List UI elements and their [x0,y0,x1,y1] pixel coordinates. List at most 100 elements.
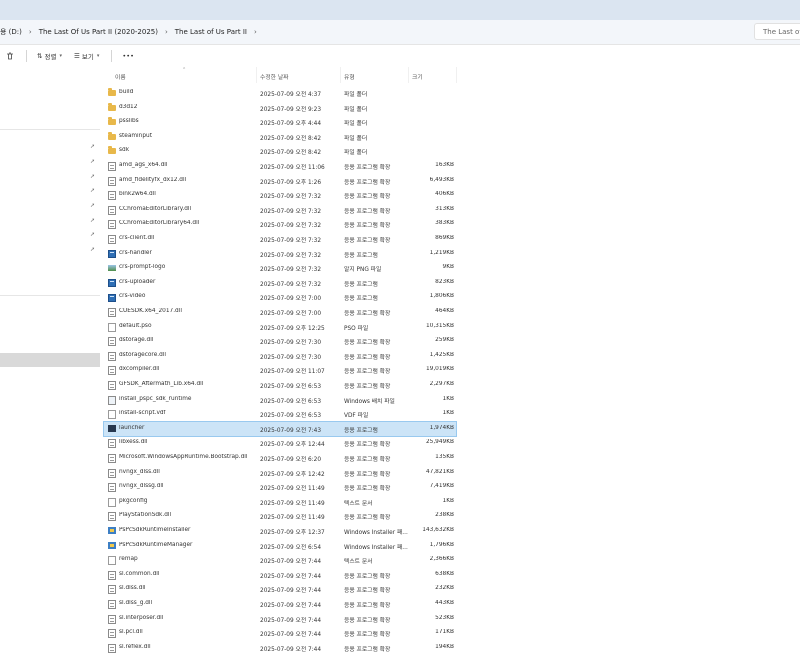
column-header-date[interactable]: 수정한 날짜 [260,72,289,81]
dll-file-icon [108,512,116,522]
file-row[interactable]: PsPcSdkRuntimeManager 2025-07-09 오전 6:54 W… [104,539,456,554]
file-row[interactable]: PlayStationSdk.dll 2025-07-09 오전 11:49 응용 … [104,509,456,524]
file-size: 7,419KB [429,483,454,490]
file-row[interactable]: sl.pcl.dll 2025-07-09 오전 7:44 응용 프로그램 확장 17… [104,626,456,641]
column-resize-handle[interactable] [408,67,409,83]
file-type: 응용 프로그램 확장 [344,179,391,186]
view-button[interactable]: ☰ 보기 ▾ [74,51,99,61]
file-row[interactable]: remap 2025-07-09 오전 7:44 텍스트 문서 2,366KB [104,553,456,568]
file-row[interactable]: steaminput 2025-07-09 오전 8:42 파일 폴더 [104,130,456,145]
file-row[interactable]: CUESDK.x64_2017.dll 2025-07-09 오전 7:00 응용 … [104,305,456,320]
file-row[interactable]: PsPcSdkRuntimeInstaller 2025-07-09 오후 12:… [104,524,456,539]
file-row[interactable]: nvngx_dlssg.dll 2025-07-09 오전 11:49 응용 프로그… [104,480,456,495]
file-row[interactable]: crs-prompt-logo 2025-07-09 오전 7:32 알지 PNG … [104,261,456,276]
sort-button[interactable]: ⇅ 정렬 ▾ [37,51,62,61]
file-row[interactable]: crs-handler 2025-07-09 오전 7:32 응용 프로그램 1,21… [104,247,456,262]
file-row[interactable]: sl.dlss_g.dll 2025-07-09 오전 7:44 응용 프로그램 확… [104,597,456,612]
breadcrumb-drive[interactable]: 용 (D:) [0,27,22,37]
pin-icon[interactable]: ➚ [90,217,95,224]
pin-icon[interactable]: ➚ [90,187,95,194]
file-row[interactable]: bink2w64.dll 2025-07-09 오전 7:32 응용 프로그램 확장… [104,188,456,203]
file-row[interactable]: dxcompiler.dll 2025-07-09 오전 11:07 응용 프로그램… [104,363,456,378]
file-row[interactable]: install_pspc_sdk_runtime 2025-07-09 오전 6:… [104,393,456,408]
pin-icon[interactable]: ➚ [90,173,95,180]
file-row[interactable]: amd_ags_x64.dll 2025-07-09 오전 11:06 응용 프로그… [104,159,456,174]
exe-app-icon [108,279,116,288]
pin-icon[interactable]: ➚ [90,158,95,165]
file-row[interactable]: sl.reflex.dll 2025-07-09 오전 7:44 응용 프로그램 확… [104,641,456,656]
column-header-type[interactable]: 유형 [344,72,355,81]
file-name: libxess.dll [119,439,148,446]
file-name: sdk [119,147,130,154]
file-row[interactable]: amd_fidelityfx_dx12.dll 2025-07-09 오후 1:2… [104,174,456,189]
column-resize-handle[interactable] [340,67,341,83]
file-size: 143,632KB [422,527,454,533]
file-type: 응용 프로그램 확장 [344,369,391,376]
file-size: 19,019KB [425,366,454,373]
file-row[interactable]: Microsoft.WindowsAppRuntime.Bootstrap.dl… [104,451,456,466]
file-row[interactable]: dstoragecore.dll 2025-07-09 오전 7:30 응용 프로그… [104,349,456,364]
delete-button[interactable] [6,52,14,60]
file-size: 238KB [435,512,454,519]
dll-file-icon [108,205,116,215]
file-name: GFSDK_Aftermath_Lib.x64.dll [119,381,204,387]
chevron-right-icon: › [28,28,32,36]
column-header-name[interactable]: 이름 [115,72,126,81]
file-row[interactable]: pkgconfig 2025-07-09 오전 11:49 텍스트 문서 1KB [104,495,456,510]
file-type: 응용 프로그램 확장 [344,194,391,201]
file-date: 2025-07-09 오전 7:32 [260,252,322,259]
breadcrumb-game-folder[interactable]: The Last of Us Part II [175,28,247,36]
file-name: default.pso [119,322,152,329]
file-date: 2025-07-09 오전 7:32 [260,238,322,244]
folder-icon [108,131,116,140]
breadcrumb-game-parent[interactable]: The Last Of Us Part II (2020-2025) [39,28,158,36]
column-resize-handle[interactable] [256,67,257,83]
nav-item-selected[interactable] [0,353,100,367]
more-options-button[interactable]: ••• [122,52,134,60]
file-row[interactable]: CChromaEditorLibrary64.dll 2025-07-09 오전 … [104,217,456,232]
search-input[interactable]: The Last of [754,23,800,40]
file-size: 2,297KB [429,381,454,387]
file-icon [108,497,116,507]
column-header-size[interactable]: 크기 [412,72,423,81]
script-file-icon [108,395,116,405]
file-date: 2025-07-09 오전 6:54 [260,544,322,551]
file-type: 응용 프로그램 확장 [344,354,391,361]
file-row[interactable]: CChromaEditorLibrary.dll 2025-07-09 오전 7:… [104,203,456,218]
file-row[interactable]: libxess.dll 2025-07-09 오후 12:44 응용 프로그램 확장… [104,436,456,451]
file-row[interactable]: d3d12 2025-07-09 오전 9:23 파일 폴더 [104,101,456,116]
file-row[interactable]: sl.common.dll 2025-07-09 오전 7:44 응용 프로그램 확… [104,568,456,583]
file-row[interactable]: sl.dlss.dll 2025-07-09 오전 7:44 응용 프로그램 확장 2… [104,582,456,597]
file-row[interactable]: build 2025-07-09 오전 4:37 파일 폴더 [104,86,456,101]
file-row[interactable]: psslibs 2025-07-09 오후 4:44 파일 폴더 [104,115,456,130]
file-type: 응용 프로그램 확장 [344,238,391,244]
file-icon [108,556,116,566]
file-row[interactable]: dstorage.dll 2025-07-09 오전 7:30 응용 프로그램 확장… [104,334,456,349]
column-resize-handle[interactable] [456,67,457,83]
file-row[interactable]: crs-uploader 2025-07-09 오전 7:32 응용 프로그램 823… [104,276,456,291]
chevron-right-icon: › [253,28,257,36]
file-type: 응용 프로그램 확장 [344,515,391,522]
file-row[interactable]: launcher 2025-07-09 오전 7:43 응용 프로그램 1,974KB [103,420,457,438]
file-row[interactable]: sdk 2025-07-09 오전 8:42 파일 폴더 [104,144,456,159]
sort-icon: ⇅ [37,52,43,60]
pin-icon[interactable]: ➚ [90,202,95,209]
file-row[interactable]: install-script.vdf 2025-07-09 오전 6:53 VDF … [104,407,456,422]
file-row[interactable]: GFSDK_Aftermath_Lib.x64.dll 2025-07-09 오전… [104,378,456,393]
sort-label: 정렬 [44,53,57,61]
pin-icon[interactable]: ➚ [90,246,95,253]
pin-icon[interactable]: ➚ [90,143,95,150]
file-row[interactable]: crs-video 2025-07-09 오전 7:00 응용 프로그램 1,806K… [104,290,456,305]
file-row[interactable]: sl.interposer.dll 2025-07-09 오전 7:44 응용 프로… [104,612,456,627]
file-type: Windows 배치 파일 [344,398,395,405]
address-bar[interactable]: 용 (D:) › The Last Of Us Part II (2020-20… [0,20,800,45]
installer-icon [108,527,116,534]
file-row[interactable]: default.pso 2025-07-09 오후 12:25 PSO 파일 10,3… [104,320,456,335]
file-name: crs-video [119,293,146,300]
file-size: 406KB [435,191,454,198]
file-row[interactable]: crs-client.dll 2025-07-09 오전 7:32 응용 프로그램 … [104,232,456,247]
file-row[interactable]: nvngx_dlss.dll 2025-07-09 오후 12:42 응용 프로그램… [104,466,456,481]
pin-icon[interactable]: ➚ [90,231,95,238]
file-size: 1KB [442,497,454,504]
file-name: sl.reflex.dll [119,643,151,650]
